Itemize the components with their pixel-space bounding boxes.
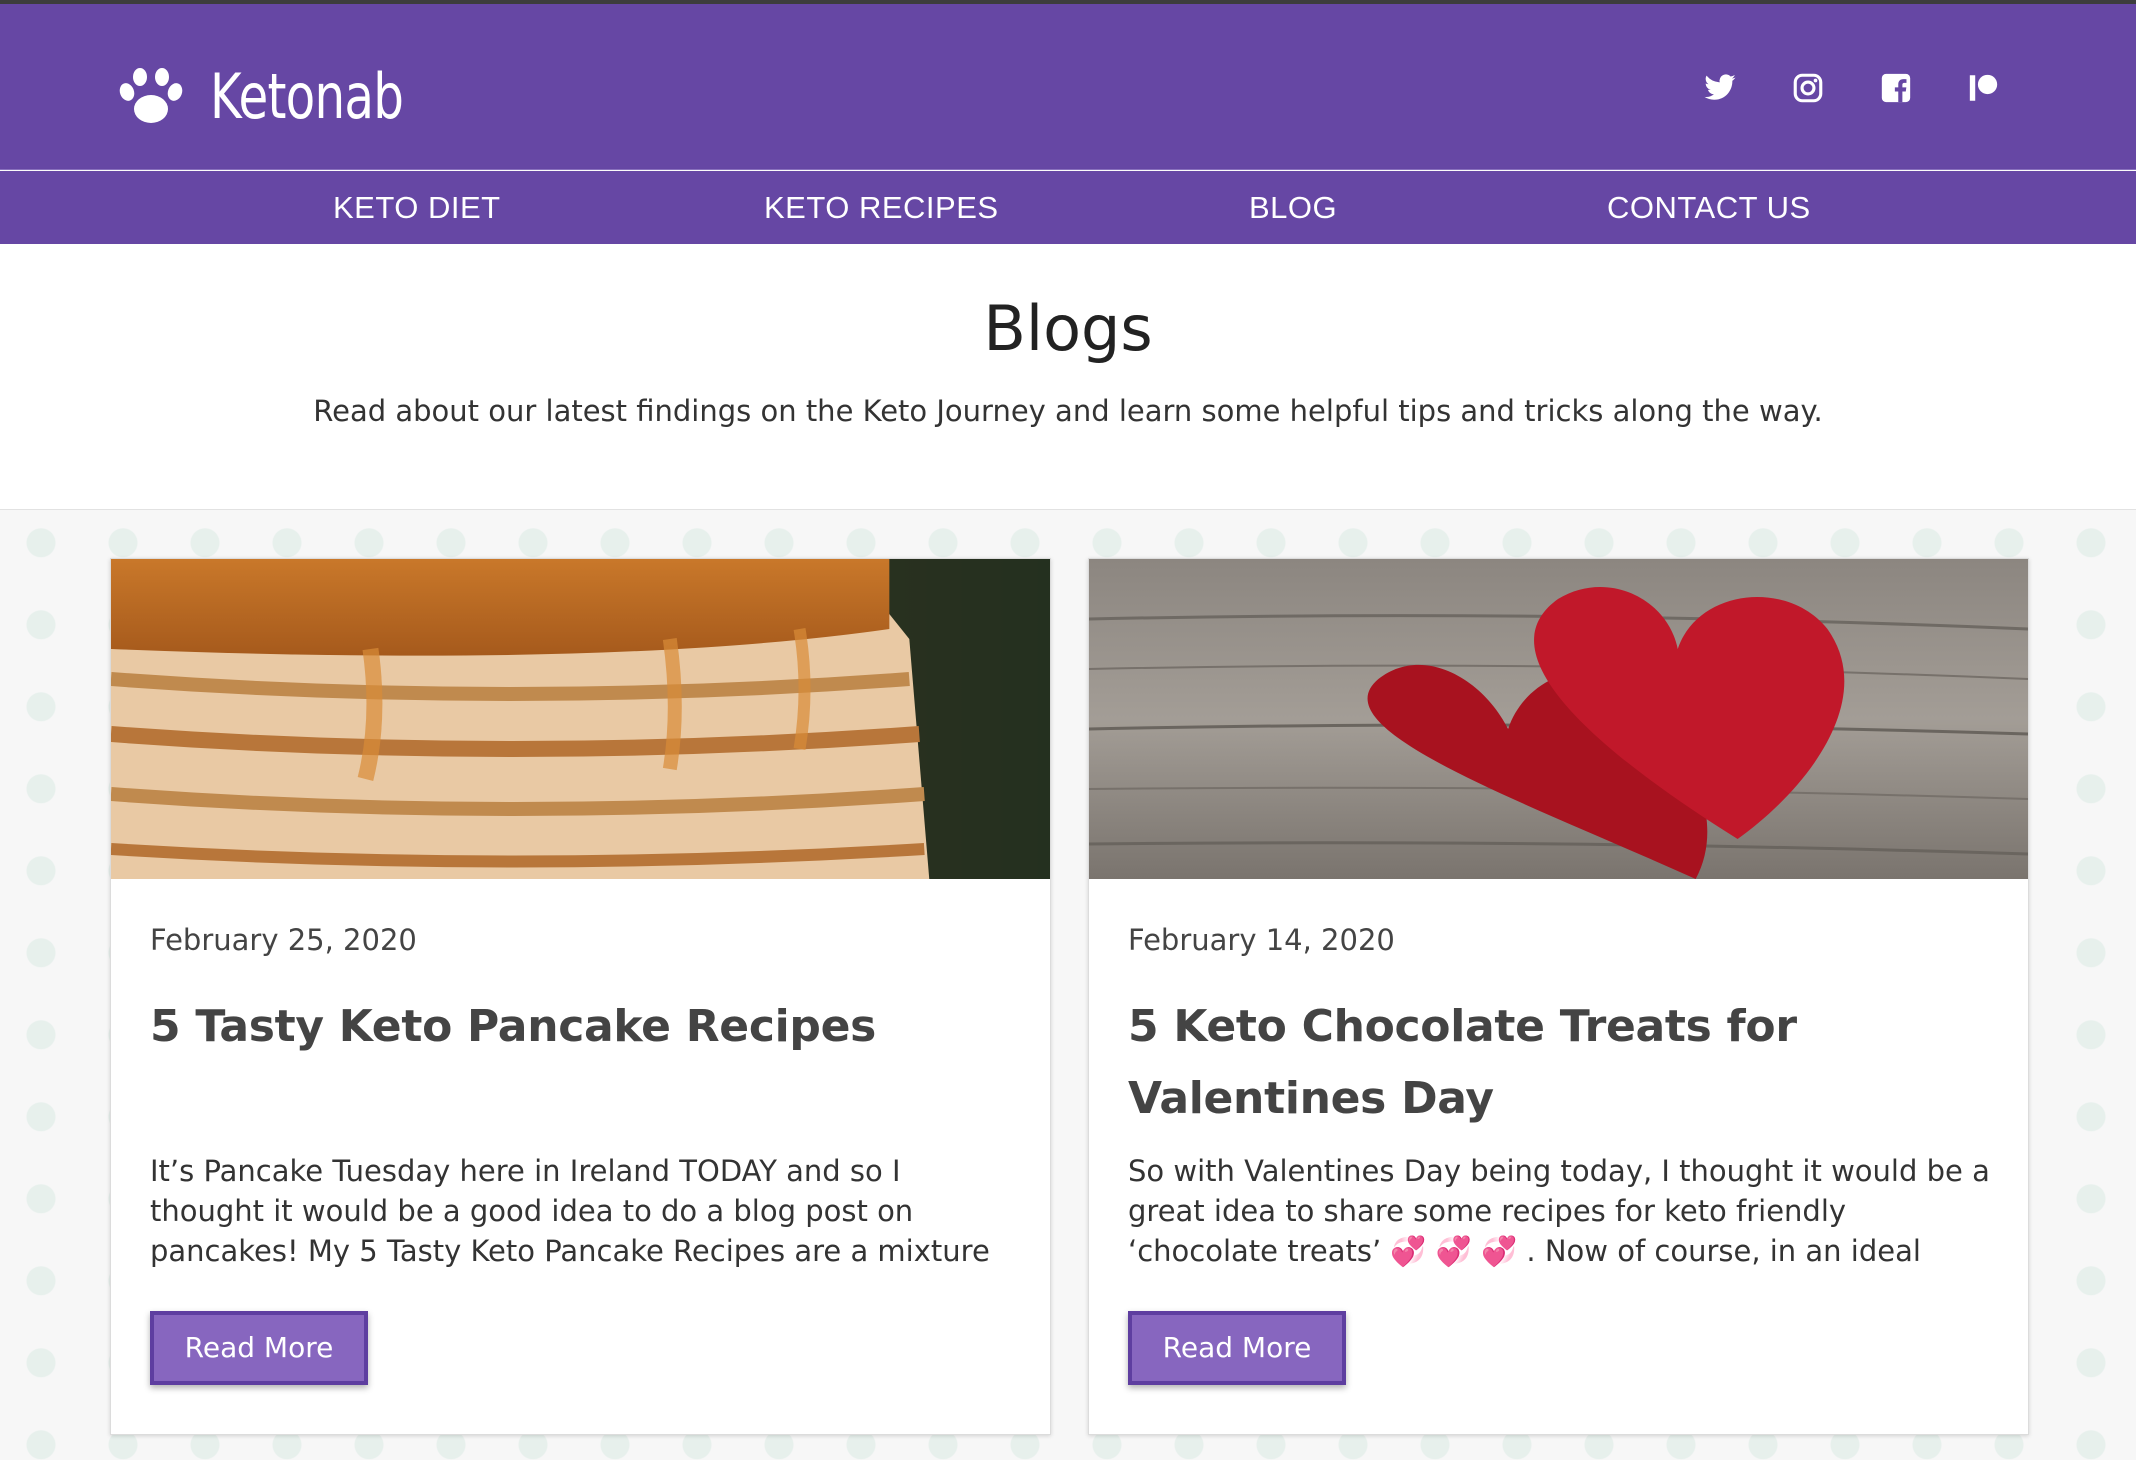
- nav-item-keto-diet[interactable]: KETO DIET: [333, 171, 501, 244]
- nav-item-contact-us[interactable]: CONTACT US: [1607, 171, 1811, 244]
- nav-item-keto-recipes[interactable]: KETO RECIPES: [764, 171, 999, 244]
- pancake-stack-image[interactable]: [111, 559, 1050, 879]
- brand-name: Ketonab: [210, 60, 404, 133]
- twitter-icon: [1704, 74, 1736, 100]
- instagram-icon: [1793, 73, 1823, 103]
- post-excerpt: It’s Pancake Tuesday here in Ireland TOD…: [150, 1154, 990, 1268]
- post-date: February 14, 2020: [1128, 923, 1395, 957]
- facebook-icon: [1881, 73, 1911, 103]
- site-header: Ketonab: [0, 4, 2136, 170]
- brand-logo[interactable]: Ketonab: [118, 60, 458, 133]
- post-excerpt: So with Valentines Day being today, I th…: [1128, 1154, 1990, 1268]
- blog-card: February 25, 2020 5 Tasty Keto Pancake R…: [110, 558, 1051, 1435]
- post-title[interactable]: 5 Keto Chocolate Treats for Valentines D…: [1128, 991, 1988, 1135]
- social-links: [1650, 70, 2002, 106]
- instagram-link[interactable]: [1790, 70, 1826, 106]
- blogs-hero: Blogs Read about our latest findings on …: [0, 244, 2136, 510]
- nav-item-blog[interactable]: BLOG: [1249, 171, 1337, 244]
- hearts-image-art: [1089, 559, 2028, 879]
- post-title[interactable]: 5 Tasty Keto Pancake Recipes: [150, 991, 1010, 1063]
- patreon-link[interactable]: [1966, 70, 2002, 106]
- patreon-icon: [1969, 74, 1998, 101]
- page-subtitle: Read about our latest findings on the Ke…: [313, 394, 1823, 428]
- red-hearts-image[interactable]: [1089, 559, 2028, 879]
- twitter-link[interactable]: [1702, 70, 1738, 106]
- pancake-image-art: [111, 559, 1050, 879]
- main-navigation: KETO DIET KETO RECIPES BLOG CONTACT US: [0, 171, 2136, 244]
- read-more-button[interactable]: Read More: [1128, 1311, 1346, 1385]
- page-title: Blogs: [983, 292, 1153, 365]
- paw-icon: [119, 67, 183, 123]
- facebook-link[interactable]: [1878, 70, 1914, 106]
- blog-card: February 14, 2020 5 Keto Chocolate Treat…: [1088, 558, 2029, 1435]
- read-more-button[interactable]: Read More: [150, 1311, 368, 1385]
- post-date: February 25, 2020: [150, 923, 417, 957]
